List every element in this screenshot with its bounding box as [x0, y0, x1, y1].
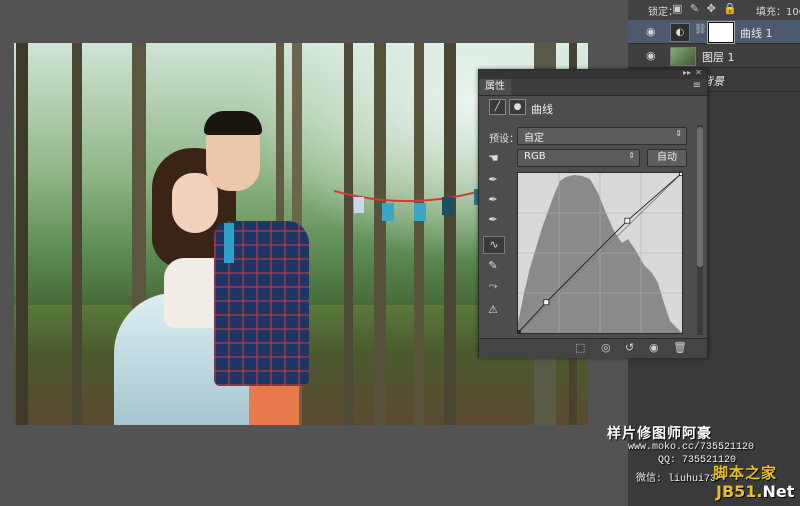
panel-menu-icon[interactable]: ≡	[693, 80, 701, 91]
tree-trunk	[16, 43, 28, 425]
smooth-curve-icon[interactable]: ⤳	[483, 278, 503, 294]
chevron-updown-icon: ⇕	[628, 151, 635, 160]
close-icon[interactable]: ✕	[695, 68, 702, 77]
curves-graph-svg[interactable]	[515, 170, 685, 336]
gray-point-eyedropper-icon[interactable]: ✒	[483, 192, 503, 208]
mask-icon[interactable]: ●	[509, 99, 526, 115]
tree-trunk	[414, 43, 424, 425]
site-logo-domain: JB51.Net	[716, 482, 794, 501]
watermark-site: www.moko.cc/735521120	[628, 442, 755, 453]
site-logo-domain-a: JB51.	[716, 482, 763, 501]
clip-to-layer-icon[interactable]: ⬚	[575, 341, 585, 354]
bunting-decoration	[334, 186, 494, 221]
clipping-warning-icon[interactable]: ⚠	[483, 302, 503, 318]
preset-dropdown[interactable]: 自定 ⇕	[517, 127, 687, 145]
chain-link-icon[interactable]: ⛓	[694, 24, 707, 35]
channel-dropdown[interactable]: RGB ⇕	[517, 149, 640, 167]
curves-adjustment-icon: ◐	[670, 23, 690, 42]
layer-name: 曲线 1	[740, 27, 773, 40]
properties-header: ╱ ● 曲线	[479, 96, 707, 118]
lock-options-icon[interactable]: ▣ ✎ ✥ 🔒	[672, 2, 739, 15]
scrollbar-thumb[interactable]	[697, 127, 703, 267]
curve-control-point[interactable]	[543, 299, 550, 306]
layer-row-layer1[interactable]: ◉ 图层 1	[628, 44, 800, 68]
auto-button[interactable]: 自动	[647, 149, 687, 167]
panel-scrollbar[interactable]	[697, 125, 703, 335]
groom-tie	[224, 223, 234, 263]
watermark-title: 样片修图师阿豪	[607, 426, 712, 442]
curves-icon[interactable]: ╱	[489, 99, 506, 115]
white-point-eyedropper-icon[interactable]: ✒	[483, 212, 503, 228]
reset-icon[interactable]: ↺	[625, 341, 634, 354]
target-adjust-hand-icon[interactable]: ☚	[488, 151, 499, 165]
pencil-draw-icon[interactable]: ✎	[483, 258, 503, 274]
layer-name: 图层 1	[702, 51, 735, 64]
visibility-eye-icon[interactable]: ◉	[646, 49, 656, 62]
panel-title: 曲线	[531, 103, 553, 116]
collapse-icon[interactable]: ▸▸	[683, 68, 691, 77]
black-point-eyedropper-icon[interactable]: ✒	[483, 172, 503, 188]
edit-points-curve-icon[interactable]: ∿	[483, 236, 505, 254]
site-logo: 脚本之家	[713, 464, 778, 482]
layer-row-curves[interactable]: ◉ ◐ ⛓ 曲线 1	[628, 20, 800, 44]
panel-tab-bar: 属性 ≡	[479, 79, 707, 96]
preset-label: 预设：	[489, 134, 519, 145]
layers-lock-bar: 锁定： ▣ ✎ ✥ 🔒 填充：100	[628, 0, 800, 21]
panel-titlebar[interactable]: ▸▸ ✕	[479, 68, 707, 79]
channel-value: RGB	[524, 151, 546, 162]
view-previous-icon[interactable]: ◎	[601, 341, 611, 354]
properties-panel: ▸▸ ✕ 属性 ≡ ╱ ● 曲线 预设： 自定 ⇕ ☚ RGB ⇕ 自动 ✒ ✒…	[478, 68, 708, 358]
curve-control-point[interactable]	[624, 217, 631, 224]
tree-trunk	[444, 43, 456, 425]
layer-mask-thumbnail[interactable]	[707, 21, 735, 44]
preset-value: 自定	[524, 133, 544, 144]
visibility-eye-icon[interactable]: ◉	[646, 25, 656, 38]
tree-trunk	[72, 43, 82, 425]
trash-icon[interactable]: 🗑	[673, 341, 687, 354]
fill-label[interactable]: 填充：100	[756, 3, 800, 18]
curve-control-point[interactable]	[679, 170, 685, 176]
chevron-updown-icon: ⇕	[675, 129, 682, 138]
groom-hair	[204, 111, 262, 135]
layer-thumbnail	[670, 47, 696, 66]
curve-control-point[interactable]	[515, 330, 521, 336]
curves-graph[interactable]	[515, 170, 685, 336]
properties-footer: ⬚ ◎ ↺ ◉ 🗑	[479, 338, 707, 358]
tree-trunk	[374, 43, 386, 425]
tree-trunk	[344, 43, 353, 425]
site-logo-domain-b: Net	[762, 482, 795, 501]
watermark-wechat: 微信: liuhui73	[636, 474, 717, 485]
tab-properties[interactable]: 属性	[479, 79, 511, 95]
visibility-eye-icon[interactable]: ◉	[649, 341, 659, 354]
